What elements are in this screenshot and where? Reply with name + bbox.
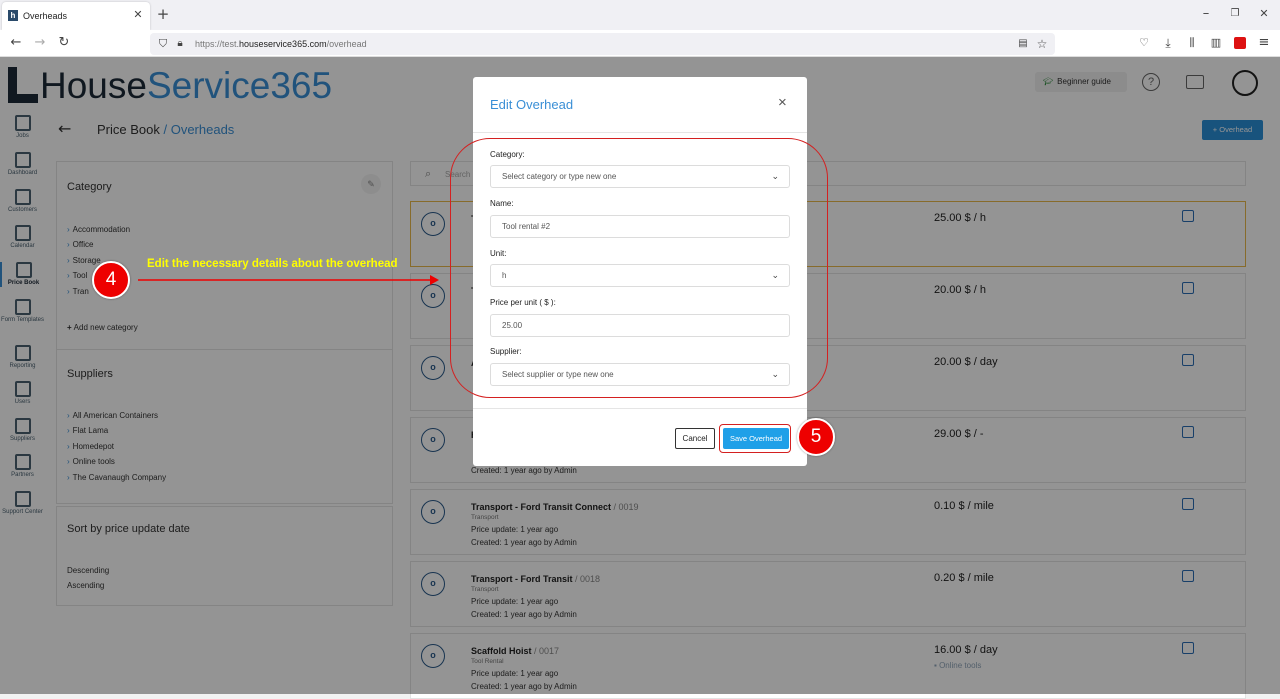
- step-5-marker: 5: [797, 418, 835, 456]
- shield-icon: ⛉: [158, 37, 168, 50]
- browser-tab-bar: h Overheads ✕ + – ❐ ✕: [0, 0, 1280, 30]
- menu-icon[interactable]: ≡: [1256, 33, 1272, 53]
- new-tab-button[interactable]: +: [154, 4, 172, 24]
- step-4-instruction: Edit the necessary details about the ove…: [147, 258, 398, 270]
- reload-icon[interactable]: ↻: [54, 33, 74, 53]
- back-icon[interactable]: ←: [6, 33, 26, 53]
- fields-highlight-outline: [450, 138, 828, 398]
- step-4-arrow: [138, 275, 439, 285]
- reader-view-icon[interactable]: ▤: [1016, 34, 1030, 54]
- browser-tab[interactable]: h Overheads ✕: [2, 2, 150, 30]
- tab-title: Overheads: [23, 11, 68, 21]
- downloads-icon[interactable]: ⤓: [1160, 33, 1176, 53]
- bookmark-star-icon[interactable]: ☆: [1035, 34, 1049, 54]
- window-close-icon[interactable]: ✕: [1254, 4, 1274, 24]
- restore-icon[interactable]: ❐: [1225, 4, 1245, 24]
- favicon-icon: h: [8, 10, 18, 21]
- extension-icon[interactable]: [1234, 37, 1246, 49]
- save-highlight-outline: [719, 424, 791, 453]
- tab-close-icon[interactable]: ✕: [130, 5, 146, 25]
- pocket-icon[interactable]: ♡: [1136, 33, 1152, 53]
- address-bar[interactable]: ⛉ 🔒︎ https://test.houseservice365.com/ov…: [150, 33, 1055, 55]
- minimize-icon[interactable]: –: [1196, 4, 1216, 24]
- library-icon[interactable]: ⫼: [1184, 33, 1200, 53]
- sidebar-toggle-icon[interactable]: ▥: [1208, 33, 1224, 53]
- modal-close-icon[interactable]: ×: [778, 94, 787, 111]
- forward-icon[interactable]: →: [30, 33, 50, 53]
- lock-icon: 🔒︎: [177, 38, 183, 49]
- navigation-toolbar: ← → ↻ ⛉ 🔒︎ https://test.houseservice365.…: [0, 30, 1280, 57]
- modal-divider: [473, 132, 807, 133]
- url-text: https://test.houseservice365.com/overhea…: [195, 39, 367, 49]
- modal-footer-divider: [473, 408, 807, 409]
- modal-title: Edit Overhead: [490, 97, 574, 112]
- step-4-marker: 4: [92, 261, 130, 299]
- cancel-button[interactable]: Cancel: [675, 428, 715, 449]
